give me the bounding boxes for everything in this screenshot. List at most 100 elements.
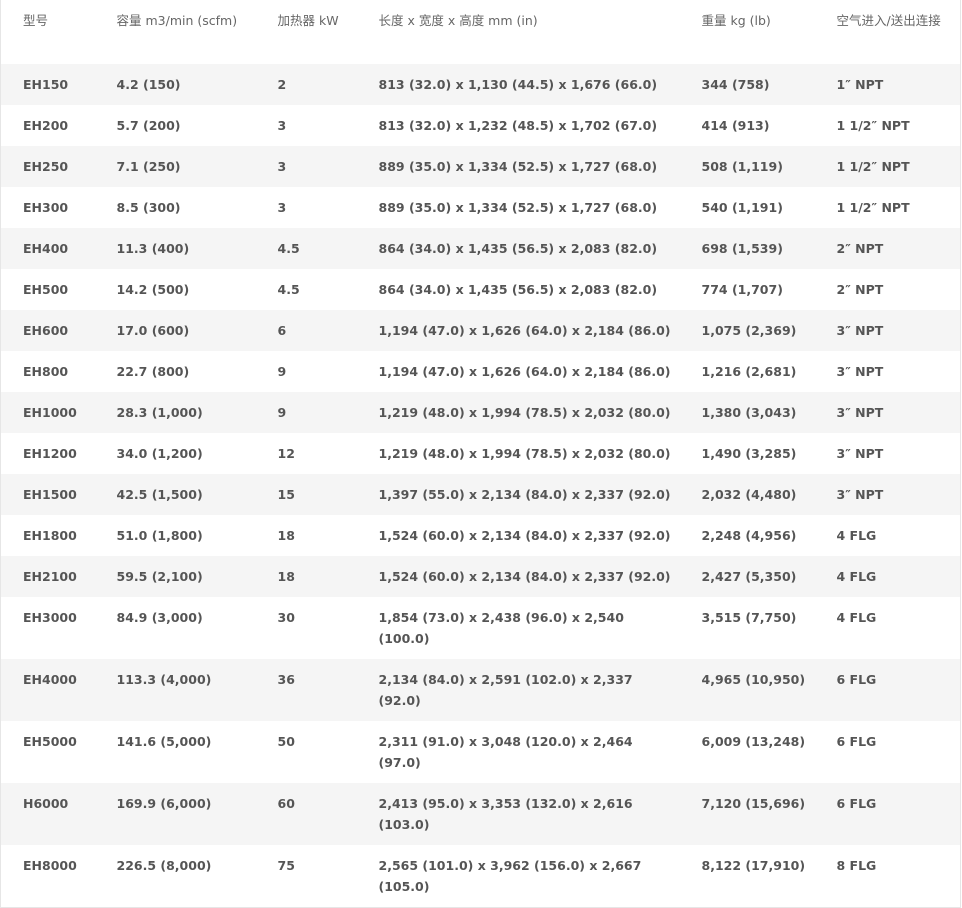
cell-heater: 30 — [277, 610, 295, 625]
table-row: EH1500 42.5 (1,500) 15 1,397 (55.0) x 2,134… — [0, 474, 961, 515]
cell-capacity: 17.0 (600) — [116, 323, 190, 338]
cell-connection: 3″ NPT — [836, 364, 884, 379]
cell-connection: 1 1/2″ NPT — [836, 200, 910, 215]
cell-connection: 4 FLG — [836, 569, 877, 584]
cell-dimensions: 1,524 (60.0) x 2,134 (84.0) x 2,337 (92.… — [378, 528, 671, 543]
cell-weight: 4,965 (10,950) — [701, 672, 806, 687]
cell-model: EH5000 — [23, 734, 77, 749]
cell-capacity: 59.5 (2,100) — [116, 569, 203, 584]
cell-weight: 1,380 (3,043) — [701, 405, 797, 420]
table-row: EH200 5.7 (200) 3 813 (32.0) x 1,232 (48.5)… — [0, 105, 961, 146]
cell-capacity: 226.5 (8,000) — [116, 858, 212, 873]
cell-heater: 4.5 — [277, 241, 300, 256]
cell-capacity: 4.2 (150) — [116, 77, 181, 92]
cell-dimensions: 1,397 (55.0) x 2,134 (84.0) x 2,337 (92.… — [378, 487, 671, 502]
table-row: EH4000 113.3 (4,000) 36 2,134 (84.0) x 2,59… — [0, 659, 961, 721]
cell-weight: 2,032 (4,480) — [701, 487, 797, 502]
header-weight: 重量 kg (lb) — [701, 13, 771, 28]
cell-weight: 1,216 (2,681) — [701, 364, 797, 379]
cell-capacity: 51.0 (1,800) — [116, 528, 203, 543]
spec-table: 型号 容量 m3/min (scfm) 加热器 kW 长度 x 宽度 x 高度 … — [0, 0, 961, 908]
cell-heater: 15 — [277, 487, 295, 502]
table-row: EH250 7.1 (250) 3 889 (35.0) x 1,334 (52.5)… — [0, 146, 961, 187]
cell-capacity: 28.3 (1,000) — [116, 405, 203, 420]
cell-dimensions: 864 (34.0) x 1,435 (56.5) x 2,083 (82.0) — [378, 282, 658, 297]
cell-dimensions: 1,219 (48.0) x 1,994 (78.5) x 2,032 (80.… — [378, 446, 671, 461]
cell-dimensions: 1,854 (73.0) x 2,438 (96.0) x 2,540 (100… — [378, 610, 624, 646]
cell-model: EH200 — [23, 118, 69, 133]
header-capacity: 容量 m3/min (scfm) — [116, 13, 238, 28]
cell-heater: 3 — [277, 200, 287, 215]
cell-capacity: 42.5 (1,500) — [116, 487, 203, 502]
cell-model: EH250 — [23, 159, 69, 174]
cell-connection: 3″ NPT — [836, 323, 884, 338]
cell-model: EH4000 — [23, 672, 77, 687]
cell-capacity: 169.9 (6,000) — [116, 796, 212, 811]
cell-capacity: 11.3 (400) — [116, 241, 190, 256]
cell-heater: 2 — [277, 77, 287, 92]
table-row: EH800 22.7 (800) 9 1,194 (47.0) x 1,626 (64… — [0, 351, 961, 392]
cell-model: EH3000 — [23, 610, 77, 625]
cell-dimensions: 2,413 (95.0) x 3,353 (132.0) x 2,616 (10… — [378, 796, 633, 832]
header-dimensions: 长度 x 宽度 x 高度 mm (in) — [378, 13, 538, 28]
cell-heater: 4.5 — [277, 282, 300, 297]
cell-capacity: 14.2 (500) — [116, 282, 190, 297]
header-row: 型号 容量 m3/min (scfm) 加热器 kW 长度 x 宽度 x 高度 … — [1, 0, 961, 64]
cell-connection: 2″ NPT — [836, 282, 884, 297]
cell-heater: 60 — [277, 796, 295, 811]
cell-connection: 3″ NPT — [836, 446, 884, 461]
cell-model: EH150 — [23, 77, 69, 92]
cell-dimensions: 2,134 (84.0) x 2,591 (102.0) x 2,337 (92… — [378, 672, 633, 708]
cell-capacity: 8.5 (300) — [116, 200, 181, 215]
cell-heater: 6 — [277, 323, 287, 338]
cell-model: EH400 — [23, 241, 69, 256]
cell-weight: 414 (913) — [701, 118, 770, 133]
table-row: EH1000 28.3 (1,000) 9 1,219 (48.0) x 1,994 … — [0, 392, 961, 433]
table-header: 型号 容量 m3/min (scfm) 加热器 kW 长度 x 宽度 x 高度 … — [1, 0, 961, 64]
cell-capacity: 84.9 (3,000) — [116, 610, 203, 625]
cell-model: EH2100 — [23, 569, 77, 584]
cell-heater: 18 — [277, 569, 295, 584]
cell-connection: 3″ NPT — [836, 405, 884, 420]
cell-connection: 4 FLG — [836, 528, 877, 543]
cell-dimensions: 813 (32.0) x 1,232 (48.5) x 1,702 (67.0) — [378, 118, 658, 133]
table-row: EH500 14.2 (500) 4.5 864 (34.0) x 1,435 (56… — [0, 269, 961, 310]
cell-weight: 698 (1,539) — [701, 241, 783, 256]
table-row: EH400 11.3 (400) 4.5 864 (34.0) x 1,435 (56… — [0, 228, 961, 269]
cell-weight: 8,122 (17,910) — [701, 858, 806, 873]
cell-connection: 2″ NPT — [836, 241, 884, 256]
cell-dimensions: 889 (35.0) x 1,334 (52.5) x 1,727 (68.0) — [378, 200, 658, 215]
table-body: EH150 4.2 (150) 2 813 (32.0) x 1,130 (44.5)… — [0, 64, 961, 908]
cell-model: EH1800 — [23, 528, 77, 543]
cell-heater: 9 — [277, 364, 287, 379]
cell-dimensions: 2,311 (91.0) x 3,048 (120.0) x 2,464 (97… — [378, 734, 633, 770]
cell-weight: 7,120 (15,696) — [701, 796, 806, 811]
cell-dimensions: 1,524 (60.0) x 2,134 (84.0) x 2,337 (92.… — [378, 569, 671, 584]
cell-model: EH1200 — [23, 446, 77, 461]
cell-model: EH800 — [23, 364, 69, 379]
cell-weight: 6,009 (13,248) — [701, 734, 806, 749]
cell-capacity: 22.7 (800) — [116, 364, 190, 379]
cell-weight: 1,490 (3,285) — [701, 446, 797, 461]
cell-heater: 50 — [277, 734, 295, 749]
table-row: EH5000 141.6 (5,000) 50 2,311 (91.0) x 3,04… — [0, 721, 961, 783]
cell-weight: 3,515 (7,750) — [701, 610, 797, 625]
cell-connection: 4 FLG — [836, 610, 877, 625]
cell-heater: 3 — [277, 159, 287, 174]
cell-dimensions: 813 (32.0) x 1,130 (44.5) x 1,676 (66.0) — [378, 77, 658, 92]
cell-heater: 36 — [277, 672, 295, 687]
table-row: EH1200 34.0 (1,200) 12 1,219 (48.0) x 1,994… — [0, 433, 961, 474]
cell-heater: 9 — [277, 405, 287, 420]
cell-model: EH600 — [23, 323, 69, 338]
cell-model: EH1000 — [23, 405, 77, 420]
cell-capacity: 5.7 (200) — [116, 118, 181, 133]
cell-weight: 508 (1,119) — [701, 159, 783, 174]
cell-heater: 75 — [277, 858, 295, 873]
table-row: EH600 17.0 (600) 6 1,194 (47.0) x 1,626 (64… — [0, 310, 961, 351]
cell-heater: 18 — [277, 528, 295, 543]
cell-model: EH8000 — [23, 858, 77, 873]
table-row: EH3000 84.9 (3,000) 30 1,854 (73.0) x 2,438… — [0, 597, 961, 659]
cell-connection: 6 FLG — [836, 796, 877, 811]
cell-dimensions: 1,194 (47.0) x 1,626 (64.0) x 2,184 (86.… — [378, 323, 671, 338]
table-row: EH300 8.5 (300) 3 889 (35.0) x 1,334 (52.5)… — [0, 187, 961, 228]
